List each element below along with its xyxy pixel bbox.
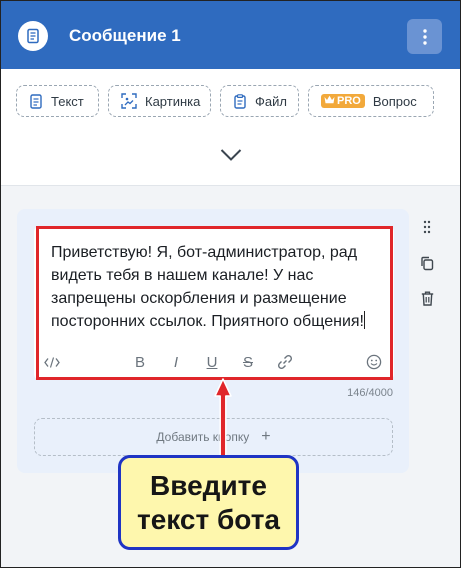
document-icon <box>18 21 48 51</box>
chip-image[interactable]: Картинка <box>108 85 211 117</box>
document-icon <box>29 93 43 109</box>
more-menu-button[interactable] <box>407 19 442 54</box>
copy-icon[interactable] <box>418 254 436 272</box>
chip-label: Текст <box>51 93 84 109</box>
drag-handle-icon[interactable] <box>418 218 436 236</box>
callout-line-1: Введите <box>150 469 267 501</box>
more-vertical-icon <box>422 28 427 45</box>
chip-label: Файл <box>255 93 287 109</box>
image-scan-icon <box>121 93 137 109</box>
chip-file[interactable]: Файл <box>220 85 299 117</box>
annotation-arrow <box>214 378 232 463</box>
plus-icon: + <box>261 428 271 445</box>
message-title: Сообщение 1 <box>69 26 181 45</box>
chevron-down-icon[interactable] <box>220 148 242 162</box>
add-button-label: Добавить кнопку <box>156 430 250 444</box>
editor-highlight-frame <box>36 226 393 380</box>
character-counter: 146/4000 <box>347 387 393 399</box>
callout-line-2: текст бота <box>137 503 280 535</box>
chip-label: Вопрос <box>372 93 417 109</box>
file-icon <box>233 93 247 109</box>
crown-icon <box>324 95 335 107</box>
chip-text[interactable]: Текст <box>16 85 99 117</box>
message-header: Сообщение 1 <box>1 1 460 69</box>
chip-label: Картинка <box>145 93 201 109</box>
trash-icon[interactable] <box>418 289 436 307</box>
pro-badge: PRO <box>321 94 365 108</box>
block-type-bar: Текст Картинка Файл PRO Вопрос <box>16 85 434 117</box>
chip-question-pro[interactable]: PRO Вопрос <box>308 85 434 117</box>
annotation-callout: Введите текст бота <box>118 455 299 550</box>
